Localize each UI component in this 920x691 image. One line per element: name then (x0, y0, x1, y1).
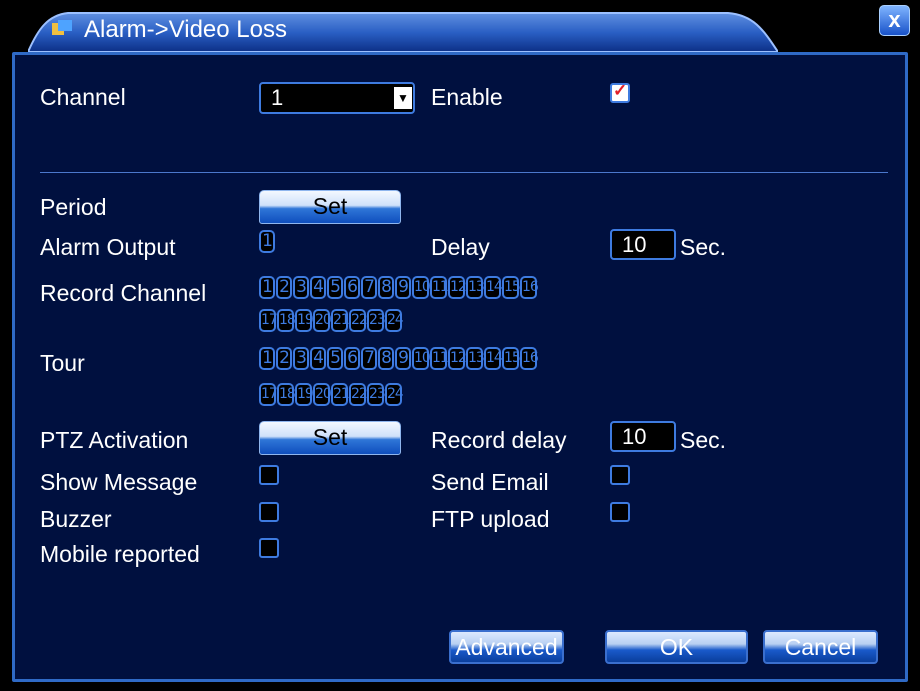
ok-button[interactable]: OK (605, 630, 748, 664)
delay-unit: Sec. (680, 234, 727, 260)
record-channel-4[interactable]: 4 (310, 276, 326, 299)
channel-select[interactable]: 1 (259, 82, 415, 114)
tour-channel-14[interactable]: 14 (484, 347, 503, 370)
chevron-down-icon[interactable]: ▼ (394, 87, 412, 109)
record-channel-22[interactable]: 22 (349, 309, 368, 332)
buzzer-checkbox[interactable] (259, 502, 279, 522)
mobile-reported-label: Mobile reported (40, 541, 200, 567)
tour-channel-20[interactable]: 20 (313, 383, 332, 406)
show-message-checkbox[interactable] (259, 465, 279, 485)
delay-input[interactable]: 10 (610, 229, 676, 260)
record-channel-20[interactable]: 20 (313, 309, 332, 332)
divider (40, 172, 888, 173)
tour-channel-24[interactable]: 24 (385, 383, 404, 406)
ptz-activation-label: PTZ Activation (40, 427, 189, 453)
tour-channel-2[interactable]: 2 (276, 347, 292, 370)
record-channel-3[interactable]: 3 (293, 276, 309, 299)
period-set-button[interactable]: Set (259, 190, 401, 224)
record-channel-17[interactable]: 17 (259, 309, 278, 332)
tour-channel-7[interactable]: 7 (361, 347, 377, 370)
record-channel-10[interactable]: 10 (412, 276, 431, 299)
record-channel-11[interactable]: 11 (430, 276, 449, 299)
record-delay-value: 10 (622, 424, 647, 449)
tour-label: Tour (40, 350, 85, 376)
tour-channel-10[interactable]: 10 (412, 347, 431, 370)
alarm-output-1[interactable]: 1 (259, 230, 275, 253)
tour-channel-18[interactable]: 18 (277, 383, 296, 406)
tour-channel-17[interactable]: 17 (259, 383, 278, 406)
mobile-reported-checkbox[interactable] (259, 538, 279, 558)
window-title: Alarm->Video Loss (84, 16, 287, 43)
tour-channel-9[interactable]: 9 (395, 347, 411, 370)
record-channel-13[interactable]: 13 (466, 276, 485, 299)
record-channel-16[interactable]: 16 (520, 276, 539, 299)
send-email-label: Send Email (431, 469, 549, 495)
alarm-output-channels: 1 (259, 230, 276, 253)
tour-channel-16[interactable]: 16 (520, 347, 539, 370)
tour-channel-22[interactable]: 22 (349, 383, 368, 406)
tour-channel-15[interactable]: 15 (502, 347, 521, 370)
tour-channel-19[interactable]: 19 (295, 383, 314, 406)
tour-channel-21[interactable]: 21 (331, 383, 350, 406)
ftp-upload-label: FTP upload (431, 506, 550, 532)
tour-channel-12[interactable]: 12 (448, 347, 467, 370)
record-channel-2[interactable]: 2 (276, 276, 292, 299)
tour-channel-23[interactable]: 23 (367, 383, 386, 406)
record-delay-input[interactable]: 10 (610, 421, 676, 452)
delay-value: 10 (622, 232, 647, 257)
record-channel-23[interactable]: 23 (367, 309, 386, 332)
record-channel-5[interactable]: 5 (327, 276, 343, 299)
record-channel-6[interactable]: 6 (344, 276, 360, 299)
record-channel-21[interactable]: 21 (331, 309, 350, 332)
title-bar: Alarm->Video Loss x (0, 0, 920, 52)
send-email-checkbox[interactable] (610, 465, 630, 485)
alarm-output-label: Alarm Output (40, 234, 176, 260)
delay-label: Delay (431, 234, 490, 260)
channel-value: 1 (271, 85, 284, 110)
tour-row-1: 1 2 3 4 5 6 7 8 9 10 11 12 13 14 15 16 (259, 347, 539, 370)
advanced-button[interactable]: Advanced (449, 630, 564, 664)
buzzer-label: Buzzer (40, 506, 112, 532)
record-channel-label: Record Channel (40, 280, 207, 306)
close-button[interactable]: x (879, 5, 910, 36)
record-delay-label: Record delay (431, 427, 567, 453)
record-delay-unit: Sec. (680, 427, 727, 453)
tour-channel-11[interactable]: 11 (430, 347, 449, 370)
ftp-upload-checkbox[interactable] (610, 502, 630, 522)
tour-channel-3[interactable]: 3 (293, 347, 309, 370)
record-channel-14[interactable]: 14 (484, 276, 503, 299)
tour-row-2: 17 18 19 20 21 22 23 24 (259, 383, 404, 406)
record-channel-19[interactable]: 19 (295, 309, 314, 332)
tour-channel-1[interactable]: 1 (259, 347, 275, 370)
check-icon: ✓ (613, 81, 628, 100)
record-channel-row-2: 17 18 19 20 21 22 23 24 (259, 309, 404, 332)
tour-channel-8[interactable]: 8 (378, 347, 394, 370)
period-label: Period (40, 194, 107, 220)
record-channel-row-1: 1 2 3 4 5 6 7 8 9 10 11 12 13 14 15 16 (259, 276, 539, 299)
enable-checkbox[interactable]: ✓ (610, 81, 630, 103)
tour-channel-6[interactable]: 6 (344, 347, 360, 370)
close-icon: x (888, 7, 901, 32)
record-channel-1[interactable]: 1 (259, 276, 275, 299)
tour-channel-5[interactable]: 5 (327, 347, 343, 370)
channel-label: Channel (40, 84, 126, 110)
record-channel-7[interactable]: 7 (361, 276, 377, 299)
record-channel-24[interactable]: 24 (385, 309, 404, 332)
record-channel-8[interactable]: 8 (378, 276, 394, 299)
enable-label: Enable (431, 84, 503, 110)
record-channel-12[interactable]: 12 (448, 276, 467, 299)
record-channel-15[interactable]: 15 (502, 276, 521, 299)
alarm-icon (52, 20, 72, 35)
show-message-label: Show Message (40, 469, 198, 495)
record-channel-18[interactable]: 18 (277, 309, 296, 332)
alarm-video-loss-dialog: Alarm->Video Loss x Channel 1 ▼ Enable ✓… (0, 0, 920, 691)
tour-channel-4[interactable]: 4 (310, 347, 326, 370)
ptz-set-button[interactable]: Set (259, 421, 401, 455)
cancel-button[interactable]: Cancel (763, 630, 878, 664)
tour-channel-13[interactable]: 13 (466, 347, 485, 370)
record-channel-9[interactable]: 9 (395, 276, 411, 299)
